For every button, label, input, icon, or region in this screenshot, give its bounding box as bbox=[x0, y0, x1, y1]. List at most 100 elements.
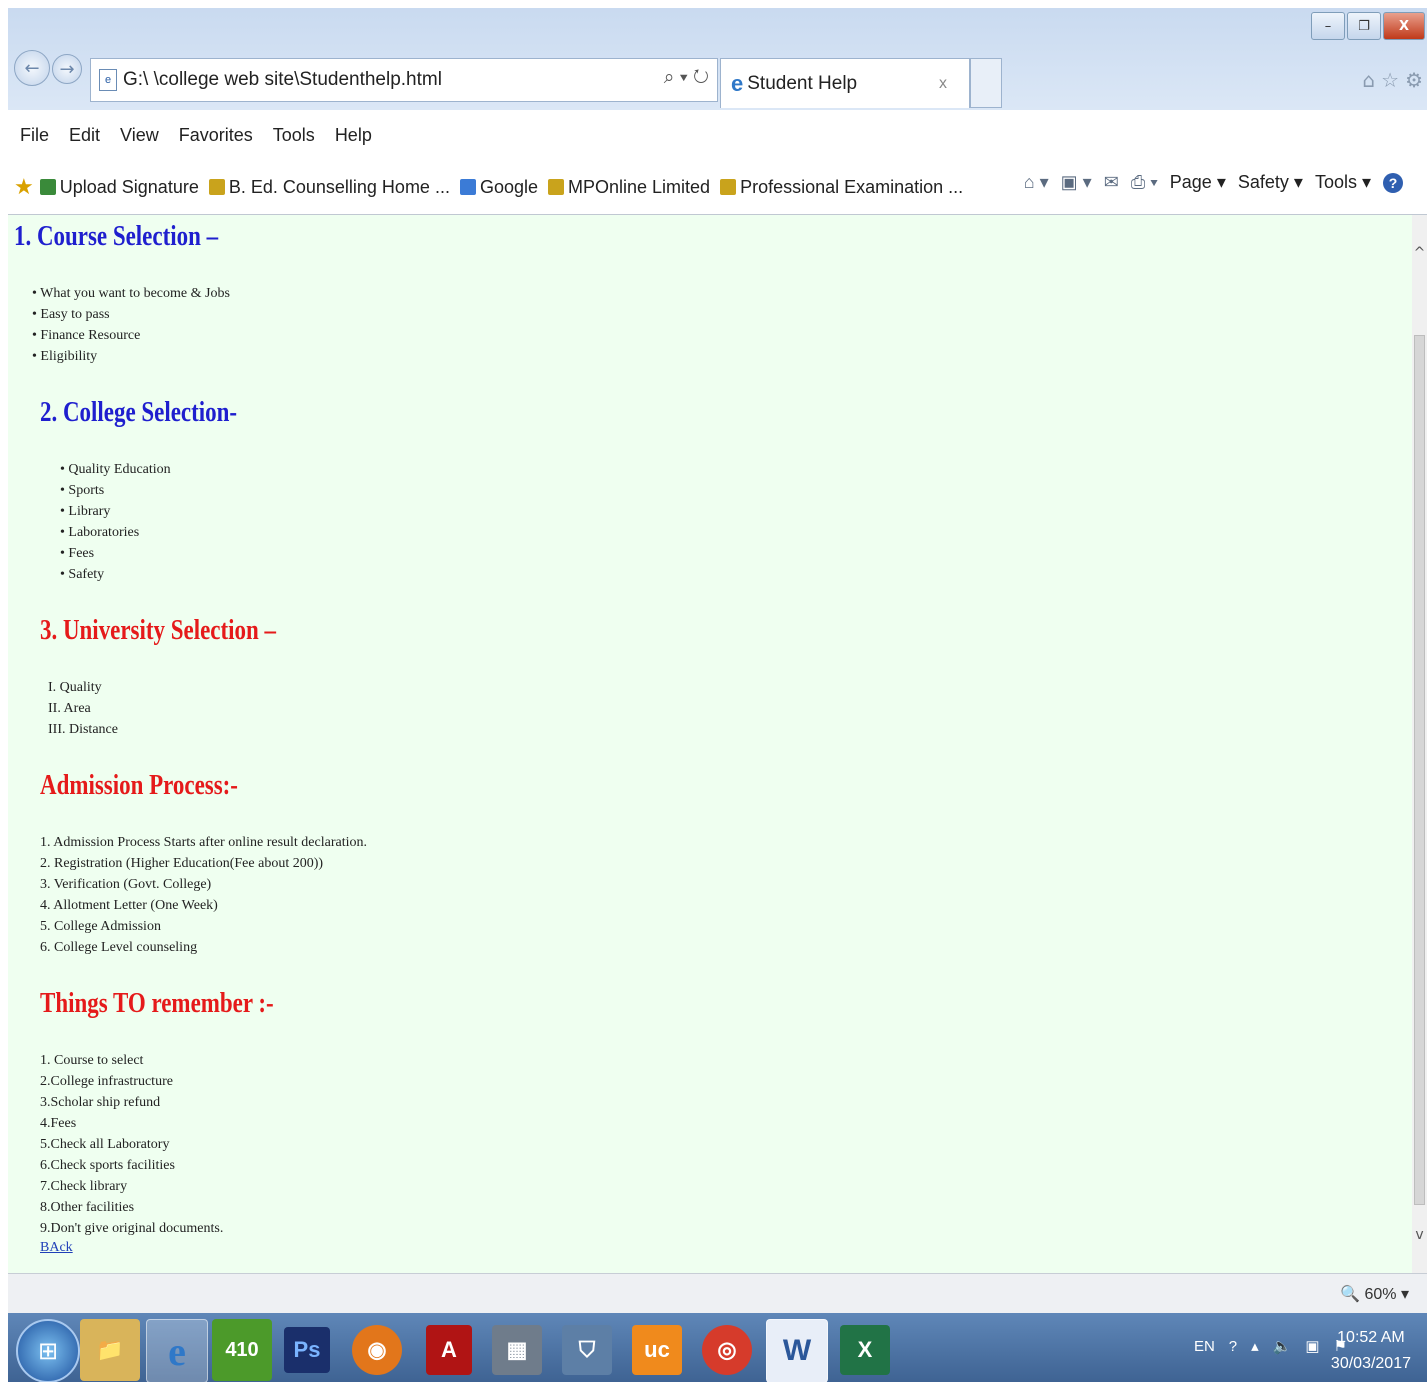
help-icon[interactable]: ? bbox=[1383, 172, 1403, 193]
menu-edit[interactable]: Edit bbox=[69, 125, 100, 146]
title-bar: – ❐ X ← → e G:\ \college web site\Studen… bbox=[8, 8, 1427, 110]
favorite-label: Upload Signature bbox=[59, 176, 199, 197]
tab-student-help[interactable]: e Student Help x bbox=[720, 58, 970, 108]
browser-window: – ❐ X ← → e G:\ \college web site\Studen… bbox=[8, 8, 1427, 1382]
date: 30/03/2017 bbox=[1330, 1355, 1411, 1372]
course-selection-heading: 1. Course Selection – bbox=[14, 221, 219, 252]
time: 10:52 AM bbox=[1337, 1329, 1405, 1346]
list-item: 8.Other facilities bbox=[40, 1200, 135, 1215]
list-item: • Safety bbox=[60, 567, 105, 582]
photoshop-taskbar-icon[interactable]: Ps bbox=[284, 1327, 330, 1373]
back-arrow-icon: ← bbox=[24, 57, 40, 79]
network-taskbar-icon[interactable]: ▦ bbox=[492, 1325, 542, 1375]
menu-help[interactable]: Help bbox=[335, 125, 372, 146]
things-to-remember-heading: Things TO remember :- bbox=[40, 988, 274, 1019]
favorite-label: B. Ed. Counselling Home ... bbox=[228, 176, 450, 197]
admission-process-heading: Admission Process:- bbox=[40, 770, 238, 801]
list-item: II. Area bbox=[48, 701, 91, 716]
internet-explorer-taskbar-icon[interactable]: e bbox=[146, 1319, 208, 1382]
favorite-label: MPOnline Limited bbox=[568, 176, 711, 197]
list-item: • Easy to pass bbox=[32, 307, 110, 322]
list-item: 5.Check all Laboratory bbox=[40, 1137, 170, 1152]
forward-arrow-icon: → bbox=[59, 58, 75, 80]
menu-file[interactable]: File bbox=[20, 125, 49, 146]
show-hidden-icons[interactable]: ▴ bbox=[1251, 1337, 1259, 1355]
list-item: 1. Admission Process Starts after online… bbox=[40, 835, 367, 850]
list-item: 7.Check library bbox=[40, 1179, 128, 1194]
favorites-star-icon[interactable]: ★ bbox=[14, 174, 34, 200]
home-icon[interactable]: ⌂ ▾ bbox=[1024, 172, 1049, 193]
mp-icon bbox=[548, 179, 564, 195]
vertical-scrollbar[interactable]: ^ v bbox=[1412, 215, 1427, 1273]
favorites-star-icon[interactable]: ☆ bbox=[1381, 68, 1399, 92]
list-item: 1. Course to select bbox=[40, 1053, 144, 1068]
scroll-down-icon[interactable]: v bbox=[1412, 1227, 1427, 1243]
forward-button[interactable]: → bbox=[52, 54, 82, 84]
list-item: • Library bbox=[60, 504, 111, 519]
mail-icon[interactable]: ✉ bbox=[1104, 172, 1119, 193]
tools-menu[interactable]: Tools ▾ bbox=[1315, 172, 1371, 193]
back-button[interactable]: ← bbox=[14, 50, 50, 86]
favorite-upload-signature[interactable]: Upload Signature bbox=[39, 176, 199, 198]
close-tab-icon[interactable]: x bbox=[939, 75, 947, 93]
address-bar[interactable]: e G:\ \college web site\Studenthelp.html… bbox=[90, 58, 718, 102]
page-menu[interactable]: Page ▾ bbox=[1170, 172, 1226, 193]
scroll-thumb[interactable] bbox=[1414, 335, 1425, 1205]
home-icon[interactable]: ⌂ bbox=[1362, 68, 1375, 92]
start-button[interactable]: ⊞ bbox=[16, 1319, 80, 1382]
list-item: • Finance Resource bbox=[32, 328, 141, 343]
chrome-taskbar-icon[interactable]: ◎ bbox=[702, 1325, 752, 1375]
settings-gear-icon[interactable]: ⚙ bbox=[1405, 68, 1423, 92]
explorer-taskbar-icon[interactable]: 📁 bbox=[80, 1319, 140, 1381]
address-text[interactable]: G:\ \college web site\Studenthelp.html bbox=[123, 69, 442, 91]
network-icon[interactable]: ▣ bbox=[1305, 1337, 1319, 1355]
list-item: 4. Allotment Letter (One Week) bbox=[40, 898, 218, 913]
list-item: 9.Don't give original documents. bbox=[40, 1221, 224, 1236]
course-selection-list: • What you want to become & Jobs • Easy … bbox=[32, 283, 230, 367]
favorite-professional-exam[interactable]: Professional Examination ... bbox=[720, 177, 963, 198]
favorite-bed-counselling[interactable]: B. Ed. Counselling Home ... bbox=[208, 176, 450, 198]
windows-logo-icon: ⊞ bbox=[37, 1337, 59, 1365]
restore-button[interactable]: ❐ bbox=[1347, 12, 1381, 40]
minimize-button[interactable]: – bbox=[1311, 12, 1345, 40]
scroll-up-icon[interactable]: ^ bbox=[1412, 245, 1427, 261]
google-icon bbox=[459, 179, 476, 195]
excel-taskbar-icon[interactable]: X bbox=[840, 1325, 890, 1375]
new-tab-button[interactable] bbox=[970, 58, 1002, 108]
zoom-control[interactable]: 🔍 60% ▾ bbox=[1340, 1284, 1409, 1304]
safety-menu[interactable]: Safety ▾ bbox=[1238, 172, 1303, 193]
clock[interactable]: 10:52 AM 30/03/2017 bbox=[1331, 1325, 1411, 1377]
favorite-label: Professional Examination ... bbox=[740, 176, 964, 197]
firefox-taskbar-icon[interactable]: ◉ bbox=[352, 1325, 402, 1375]
list-item: • Fees bbox=[60, 546, 95, 561]
feeds-icon[interactable]: ▣ ▾ bbox=[1061, 172, 1092, 193]
close-button[interactable]: X bbox=[1383, 12, 1425, 40]
back-link[interactable]: BAck bbox=[40, 1240, 73, 1256]
things-to-remember-list: 1. Course to select 2.College infrastruc… bbox=[40, 1050, 223, 1239]
shield-taskbar-icon[interactable]: ⛉ bbox=[562, 1325, 612, 1375]
menu-favorites[interactable]: Favorites bbox=[179, 125, 253, 146]
list-item: 4.Fees bbox=[40, 1116, 77, 1131]
help-tray-icon[interactable]: ? bbox=[1229, 1338, 1237, 1355]
college-selection-heading: 2. College Selection- bbox=[40, 397, 238, 428]
acrobat-taskbar-icon[interactable]: A bbox=[426, 1325, 472, 1375]
volume-icon[interactable]: 🔈 bbox=[1273, 1337, 1292, 1355]
search-refresh-icon[interactable]: ⌕ ▾ ↻ bbox=[664, 67, 709, 89]
page-content: 1. Course Selection – • What you want to… bbox=[8, 215, 1412, 1273]
list-item: • Quality Education bbox=[60, 462, 171, 477]
language-indicator[interactable]: EN bbox=[1194, 1338, 1215, 1355]
menu-view[interactable]: View bbox=[120, 125, 159, 146]
word-taskbar-icon[interactable]: W bbox=[766, 1319, 828, 1382]
favorite-label: Google bbox=[479, 176, 538, 197]
menu-tools[interactable]: Tools bbox=[273, 125, 315, 146]
list-item: 2.College infrastructure bbox=[40, 1074, 173, 1089]
list-item: 3. Verification (Govt. College) bbox=[40, 877, 212, 892]
favorite-mponline[interactable]: MPOnline Limited bbox=[548, 177, 710, 198]
taskbar: ⊞ 📁 e 410 Ps ◉ A ▦ ⛉ uc ◎ W X EN ? ▴ 🔈 ▣… bbox=[8, 1313, 1427, 1382]
uc-browser-taskbar-icon[interactable]: uc bbox=[632, 1325, 682, 1375]
college-selection-list: • Quality Education • Sports • Library •… bbox=[60, 459, 171, 585]
app-410-taskbar-icon[interactable]: 410 bbox=[212, 1319, 272, 1381]
print-icon[interactable]: ⎙ ▾ bbox=[1131, 172, 1158, 193]
internet-explorer-icon: e bbox=[731, 70, 744, 96]
favorite-google[interactable]: Google bbox=[459, 176, 538, 198]
